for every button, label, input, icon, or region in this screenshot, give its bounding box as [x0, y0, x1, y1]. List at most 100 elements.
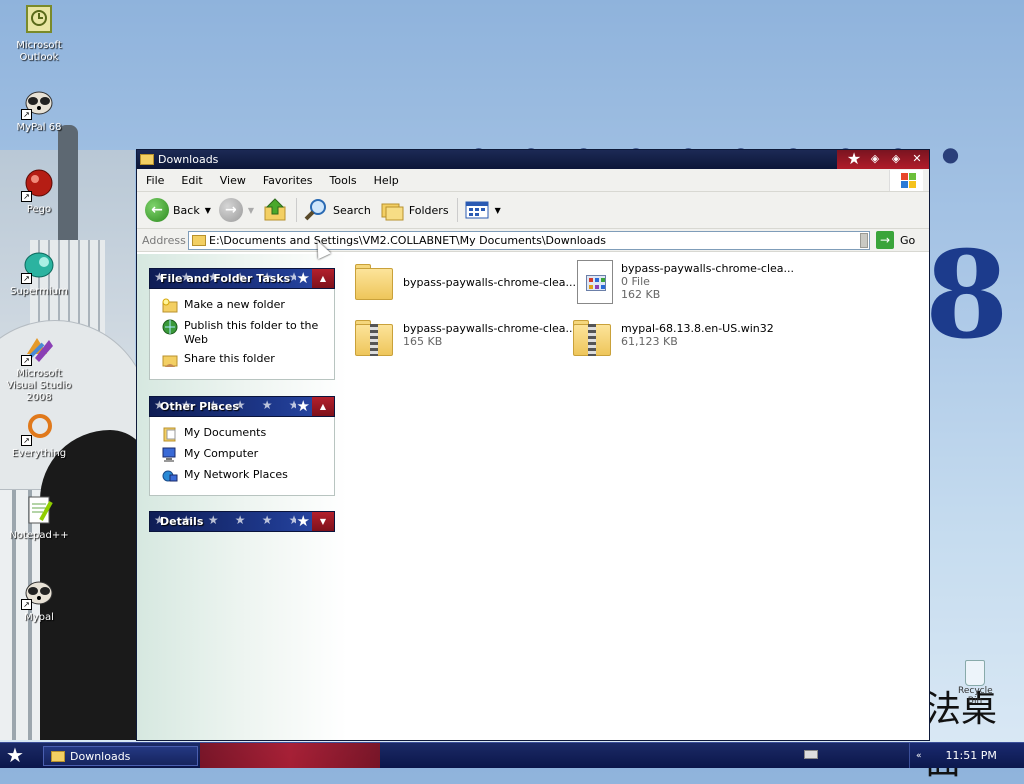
desktop-icon-label: Microsoft Outlook [16, 40, 62, 63]
place-my-network[interactable]: My Network Places [162, 468, 326, 484]
folder-icon [192, 234, 206, 246]
my-computer-icon [162, 447, 178, 463]
expand-button[interactable]: ▼ [312, 512, 334, 531]
toolbar-separator [296, 198, 298, 222]
details-panel: ★ ★ ★ ★ ★ ★ ★ ★ ★ Details ★ ▼ [149, 511, 335, 532]
folder-icon [140, 154, 154, 165]
document-icon [567, 258, 619, 306]
task-label: Share this folder [184, 352, 275, 365]
tray-expand-icon[interactable]: « [916, 751, 922, 761]
shortcut-arrow-icon: ↗ [21, 435, 32, 446]
taskbar-button-downloads[interactable]: Downloads [43, 746, 198, 766]
address-input[interactable]: E:\Documents and Settings\VM2.COLLABNET\… [188, 230, 870, 250]
panel-title: Other Places [160, 400, 239, 413]
desktop-icon-outlook[interactable]: Microsoft Outlook [1, 4, 77, 64]
go-button[interactable]: → Go [876, 231, 915, 249]
go-arrow-icon: → [876, 231, 894, 249]
search-label: Search [333, 203, 371, 217]
clock[interactable]: 11:51 PM [946, 749, 997, 762]
desktop-icon-recycle-bin[interactable]: Recycle Bin [958, 660, 993, 706]
visual-studio-icon: ↗ [21, 332, 55, 366]
go-label: Go [900, 233, 916, 247]
zip-folder-icon [349, 318, 401, 366]
file-name: mypal-68.13.8.en-US.win32 [621, 322, 774, 335]
desktop-icon-mypal[interactable]: ↗ Mypal [1, 576, 77, 624]
network-places-icon [162, 468, 178, 484]
folder-icon [51, 750, 65, 762]
wallpaper-text-eight: 8 [925, 225, 1009, 366]
desktop-icon-everything[interactable]: ↗ Everything [1, 412, 77, 460]
file-item-zip[interactable]: bypass-paywalls-chrome-clea... 165 KB [349, 318, 576, 366]
search-icon [304, 199, 327, 221]
place-label: My Network Places [184, 468, 288, 481]
file-size: 162 KB [621, 288, 661, 301]
place-label: My Documents [184, 426, 267, 439]
desktop-icon-label: Recycle Bin [958, 686, 993, 706]
keyboard-icon[interactable] [804, 750, 818, 759]
desktop-icon-pego[interactable]: ↗ Pego [1, 168, 77, 216]
pego-icon: ↗ [21, 168, 55, 202]
views-button[interactable]: ▼ [464, 195, 501, 225]
desktop-icon-label: MyPal 68 [16, 122, 62, 133]
raccoon-icon: ↗ [21, 86, 55, 120]
maximize-button[interactable]: ◈ [888, 151, 904, 167]
file-folder-tasks-header[interactable]: ★ ★ ★ ★ ★ ★ ★ ★ ★ File and Folder Tasks … [149, 268, 335, 289]
menu-favorites[interactable]: Favorites [254, 174, 321, 187]
close-button[interactable]: ✕ [909, 151, 925, 167]
chevron-down-icon[interactable]: ▼ [495, 206, 501, 215]
taskbar-button-label: Downloads [70, 749, 131, 763]
views-icon [465, 201, 489, 219]
other-places-header[interactable]: ★ ★ ★ ★ ★ ★ ★ ★ ★ Other Places ★ ▲ [149, 396, 335, 417]
explorer-window[interactable]: Downloads ★ ◈ ◈ ✕ File Edit View Favorit… [136, 149, 930, 741]
shortcut-arrow-icon: ↗ [21, 355, 32, 366]
up-arrow-icon [264, 198, 286, 221]
windows-logo-icon [889, 170, 923, 191]
file-item-zip[interactable]: mypal-68.13.8.en-US.win32 61,123 KB [567, 318, 782, 366]
address-dropdown-button[interactable] [860, 232, 868, 248]
place-label: My Computer [184, 447, 259, 460]
star-icon: ★ [296, 512, 310, 530]
up-folder-button[interactable] [262, 195, 288, 225]
collapse-button[interactable]: ▲ [312, 269, 334, 288]
new-folder-icon [162, 298, 178, 314]
collapse-button[interactable]: ▲ [312, 397, 334, 416]
desktop-icon-visual-studio[interactable]: ↗ Microsoft Visual Studio 2008 [1, 332, 77, 404]
toolbar-separator [456, 198, 458, 222]
task-label: Publish this folder to the Web [184, 319, 319, 346]
file-name: bypass-paywalls-chrome-clea... [403, 276, 577, 289]
file-item-folder[interactable]: bypass-paywalls-chrome-clea... [349, 262, 576, 310]
panel-body: My Documents My Computer My Network Plac… [149, 417, 335, 496]
desktop-icon-label: Pego [26, 204, 52, 215]
menu-bar: File Edit View Favorites Tools Help [137, 169, 929, 192]
menu-tools[interactable]: Tools [321, 174, 365, 187]
desktop-icon-mypal68[interactable]: ↗ MyPal 68 [1, 86, 77, 134]
menu-help[interactable]: Help [365, 174, 407, 187]
task-label: Make a new folder [184, 298, 285, 311]
desktop-icon-notepadpp[interactable]: Notepad++ [1, 494, 77, 542]
task-share-folder[interactable]: Share this folder [162, 352, 326, 368]
chevron-down-icon[interactable]: ▼ [248, 206, 254, 215]
file-size: 61,123 KB [621, 335, 678, 348]
back-button[interactable]: ← Back ▼ [145, 195, 211, 225]
place-my-documents[interactable]: My Documents [162, 426, 326, 442]
forward-button[interactable]: → ▼ [218, 195, 254, 225]
menu-file[interactable]: File [137, 174, 172, 187]
minimize-button[interactable]: ◈ [867, 151, 883, 167]
title-bar[interactable]: Downloads ★ ◈ ◈ ✕ [137, 150, 929, 169]
desktop-icon-supermium[interactable]: ↗ Supermium [1, 250, 77, 298]
system-tray: « 11:51 PM [804, 743, 1024, 768]
folders-button[interactable]: Folders [379, 195, 449, 225]
taskbar: ★ Downloads « 11:51 PM [0, 742, 1024, 768]
task-publish-folder[interactable]: Publish this folder to the Web [162, 319, 326, 347]
task-make-new-folder[interactable]: Make a new folder [162, 298, 326, 314]
details-header[interactable]: ★ ★ ★ ★ ★ ★ ★ ★ ★ Details ★ ▼ [149, 511, 335, 532]
menu-edit[interactable]: Edit [172, 174, 210, 187]
menu-view[interactable]: View [211, 174, 254, 187]
address-label: Address [142, 233, 186, 247]
file-item-document[interactable]: bypass-paywalls-chrome-clea... 0 File 16… [567, 258, 794, 306]
chevron-down-icon[interactable]: ▼ [205, 206, 211, 215]
place-my-computer[interactable]: My Computer [162, 447, 326, 463]
search-button[interactable]: Search [303, 195, 371, 225]
globe-icon [162, 319, 178, 335]
start-button[interactable]: ★ [6, 744, 24, 766]
